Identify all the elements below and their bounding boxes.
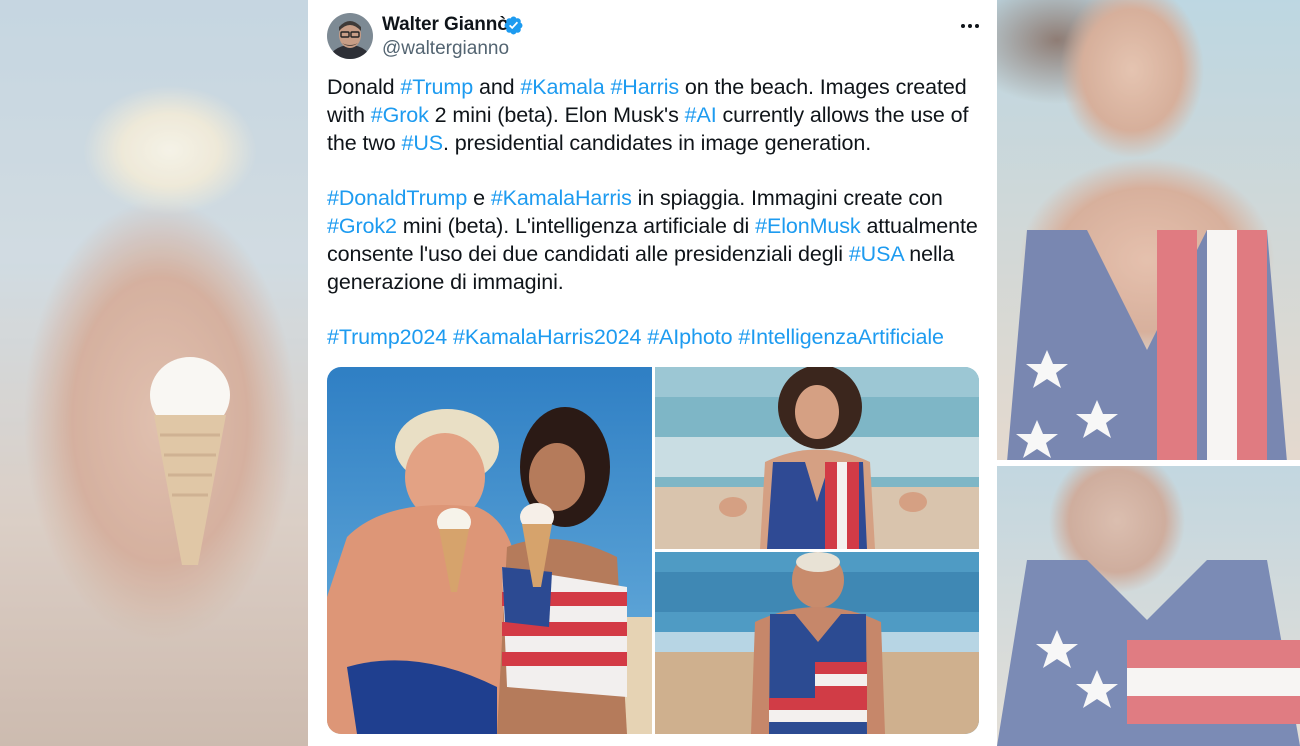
background-photo-right [997,0,1300,746]
hashtag-link[interactable]: #ElonMusk [755,214,861,238]
hashtag-link[interactable]: #Trump [400,75,473,99]
tweet-media-grid [327,367,979,734]
tweet-text-segment: . presidential candidates in image gener… [443,130,872,155]
background-photo-left [0,0,308,746]
beach-photo-man-flag-tank[interactable] [655,552,979,734]
author-name[interactable]: Walter Giannò [382,14,509,36]
hashtag-link[interactable]: #Trump2024 [327,325,447,349]
beach-photo-woman-flag-swimsuit[interactable] [655,367,979,549]
author-handle[interactable]: @waltergianno [382,38,509,60]
tweet-text-segment: in spiaggia. Immagini create con [631,186,943,211]
hashtag-link[interactable]: #Grok [371,103,429,127]
hashtag-link[interactable]: #KamalaHarris2024 [453,325,641,349]
verified-badge-icon [504,16,523,35]
hashtag-link[interactable]: #KamalaHarris [491,186,632,210]
hashtag-link[interactable]: #AI [685,103,717,127]
hashtag-link[interactable]: #AIphoto [647,325,732,349]
tweet-paragraph: Donald #Trump and #Kamala #Harris on the… [327,74,987,157]
avatar[interactable] [327,13,373,59]
tweet-text-segment: Donald [327,75,401,99]
more-options-icon[interactable] [958,14,982,38]
tweet-text-segment: mini (beta). L'intelligenza artificiale … [396,213,756,238]
beach-photo-couple-ice-cream[interactable] [327,367,652,734]
hashtag-link[interactable]: #US [402,131,444,155]
hashtag-link[interactable]: #Grok2 [327,214,397,238]
tweet-card: Walter Giannò @waltergianno Donald #Trum… [308,0,997,746]
hashtag-link[interactable]: #IntelligenzaArtificiale [738,325,944,349]
tweet-text-segment: 2 mini (beta). Elon Musk's [428,102,685,127]
tweet-paragraph: #DonaldTrump e #KamalaHarris in spiaggia… [327,185,987,296]
hashtag-link[interactable]: #DonaldTrump [327,186,467,210]
hashtag-link[interactable]: #USA [849,242,904,266]
tweet-paragraph: #Trump2024 #KamalaHarris2024 #AIphoto #I… [327,324,987,352]
hashtag-link[interactable]: #Harris [610,75,679,99]
hashtag-link[interactable]: #Kamala [520,75,604,99]
tweet-text: Donald #Trump and #Kamala #Harris on the… [327,74,987,352]
tweet-text-segment: e [467,186,491,211]
tweet-text-segment: and [473,75,521,99]
